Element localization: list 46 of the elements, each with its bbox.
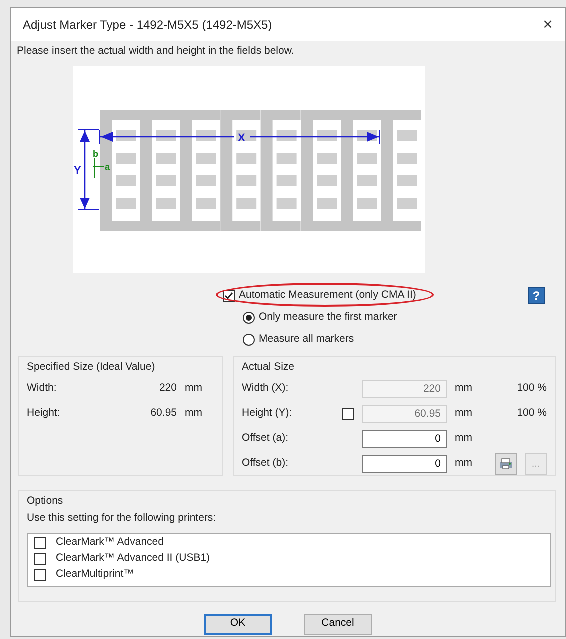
unit-label: mm [455, 431, 472, 446]
unit-label: mm [455, 381, 472, 396]
field-label: Height: [27, 406, 62, 422]
checkbox[interactable] [34, 552, 46, 564]
input-field[interactable]: 0 [362, 430, 447, 448]
unit-label: mm [185, 406, 202, 422]
checkbox[interactable] [34, 536, 46, 548]
printer-label: ClearMultiprint™ [56, 566, 134, 582]
window-title: Adjust Marker Type - 1492-M5X5 (1492-M5X5) [23, 16, 272, 34]
a-label: a [105, 162, 110, 172]
field-label: Height (Y): [242, 406, 294, 422]
unit-label: mm [455, 456, 472, 472]
printer-button[interactable] [495, 453, 517, 476]
field-label: Offset (a): [242, 431, 290, 446]
printer-label: ClearMark™ Advanced II (USB1) [56, 550, 210, 566]
b-label: b [93, 148, 98, 159]
radio-label: Measure all markers [259, 332, 354, 347]
selected-radio-button[interactable] [243, 312, 255, 324]
percent-text: 100 % [517, 381, 547, 396]
group-title: Actual Size [242, 360, 295, 375]
group-title: Specified Size (Ideal Value) [27, 360, 156, 375]
field-label: Width: [27, 381, 58, 396]
unit-label: mm [185, 381, 202, 396]
radio-button[interactable] [243, 334, 255, 346]
instruction-text: Please insert the actual width and height in the fields below. [16, 44, 296, 59]
value-text: 60.95 [150, 406, 177, 422]
unit-label: mm [455, 406, 472, 422]
close-button[interactable]: × [541, 16, 555, 33]
x-label: X [238, 132, 246, 144]
group-title: Options [27, 494, 64, 509]
dialog-button[interactable]: Cancel [304, 614, 372, 634]
dialog-button[interactable]: OK [204, 614, 272, 634]
hint-text: Use this setting for the following printers: [27, 510, 218, 526]
field-label: Offset (b): [242, 456, 290, 472]
input-field[interactable]: 0 [362, 455, 447, 474]
offset-arrows-drawing [92, 157, 104, 178]
radio-label: Only measure the first marker [259, 310, 398, 325]
help-button[interactable]: ? [528, 287, 545, 304]
y-label: Y [74, 164, 82, 177]
printer-icon [499, 458, 513, 470]
field-label: Width (X): [242, 381, 290, 396]
percent-text: 100 % [517, 406, 547, 422]
checkbox[interactable] [34, 568, 46, 580]
printer-label: ClearMark™ Advanced [56, 534, 164, 550]
value-text: 220 [158, 381, 177, 396]
checkbox-label: Automatic Measurement (only CMA II) [239, 288, 416, 303]
